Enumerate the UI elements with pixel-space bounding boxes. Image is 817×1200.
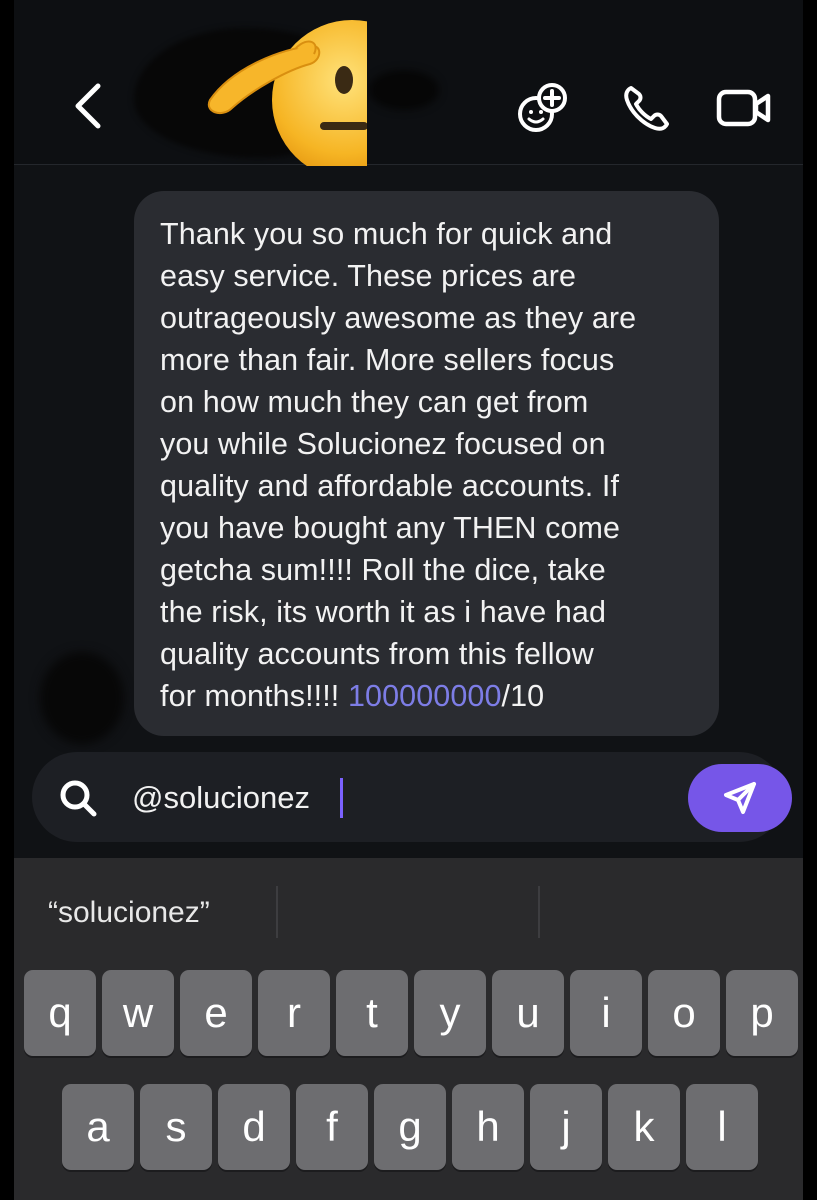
phone-icon[interactable]: [619, 80, 675, 136]
message-input[interactable]: [132, 772, 652, 824]
chat-screen: Thank you so much for quick and easy ser…: [14, 0, 803, 1200]
key-k[interactable]: k: [608, 1084, 680, 1170]
send-icon: [724, 782, 756, 814]
chevron-left-icon[interactable]: [66, 80, 110, 132]
key-g[interactable]: g: [374, 1084, 446, 1170]
message-text: Thank you so much for quick and easy ser…: [160, 217, 637, 713]
key-u[interactable]: u: [492, 970, 564, 1056]
message-bubble[interactable]: Thank you so much for quick and easy ser…: [134, 191, 719, 736]
rating-link[interactable]: 100000000: [348, 679, 502, 713]
redacted-name: [369, 70, 439, 110]
key-t[interactable]: t: [336, 970, 408, 1056]
saluting-face-emoji: [192, 8, 367, 178]
key-l[interactable]: l: [686, 1084, 758, 1170]
key-o[interactable]: o: [648, 970, 720, 1056]
text-caret: [340, 778, 343, 818]
on-screen-keyboard: “solucionez” q w e r t y u i o p a s d f…: [14, 858, 803, 1200]
key-e[interactable]: e: [180, 970, 252, 1056]
key-q[interactable]: q: [24, 970, 96, 1056]
redacted-sender-avatar: [40, 652, 124, 744]
key-y[interactable]: y: [414, 970, 486, 1056]
send-button[interactable]: [688, 764, 792, 832]
key-r[interactable]: r: [258, 970, 330, 1056]
key-j[interactable]: j: [530, 1084, 602, 1170]
video-chat-add-icon[interactable]: [514, 80, 570, 136]
message-list: Thank you so much for quick and easy ser…: [14, 166, 803, 751]
suggestion-divider: [538, 886, 540, 938]
message-composer: [32, 752, 792, 842]
suggestion-item[interactable]: “solucionez”: [48, 896, 210, 930]
key-d[interactable]: d: [218, 1084, 290, 1170]
key-f[interactable]: f: [296, 1084, 368, 1170]
suggestion-bar: “solucionez”: [14, 858, 803, 958]
suggestion-divider: [276, 886, 278, 938]
key-w[interactable]: w: [102, 970, 174, 1056]
key-s[interactable]: s: [140, 1084, 212, 1170]
search-icon: [60, 780, 97, 817]
key-i[interactable]: i: [570, 970, 642, 1056]
video-camera-icon[interactable]: [716, 80, 772, 136]
key-a[interactable]: a: [62, 1084, 134, 1170]
key-p[interactable]: p: [726, 970, 798, 1056]
chat-header: [14, 0, 803, 178]
key-h[interactable]: h: [452, 1084, 524, 1170]
